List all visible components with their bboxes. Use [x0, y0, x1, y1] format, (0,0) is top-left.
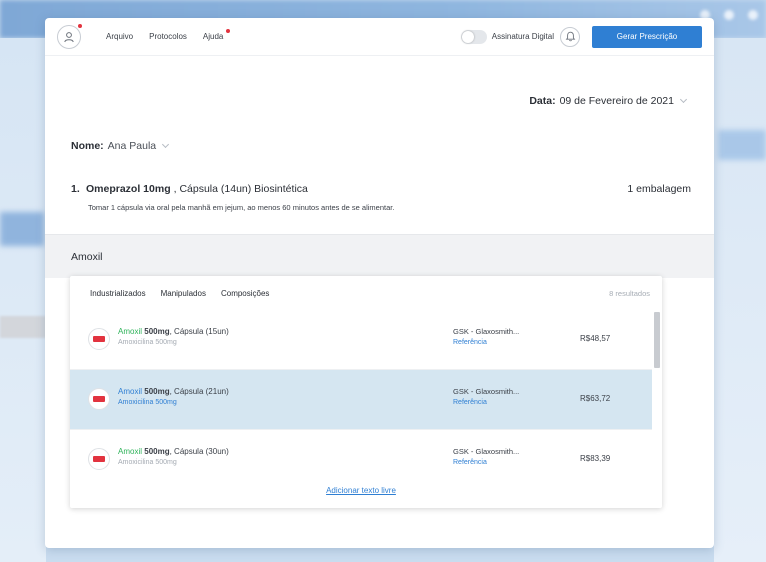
background-button: [718, 130, 766, 160]
bell-icon: [565, 31, 575, 42]
date-label: Data:: [529, 95, 556, 107]
notification-dot: [78, 23, 82, 28]
product-lab: GSK - Glaxosmith...: [453, 447, 520, 456]
tab-industrializados[interactable]: Industrializados: [90, 289, 146, 298]
product-price: R$48,57: [580, 334, 611, 343]
product-brand: Amoxil: [118, 327, 143, 336]
nav-item-ajuda[interactable]: Ajuda: [202, 29, 231, 41]
product-name: Amoxil 500mg, Cápsula (21un): [118, 387, 229, 396]
pill-icon: [88, 328, 110, 350]
prescription-quantity: 1 embalagem: [627, 183, 691, 195]
prescription-item-number: 1.: [71, 183, 80, 195]
patient-name-label: Nome:: [71, 140, 104, 152]
prescription-item-title: 1. Omeprazol 10mg , Cápsula (14un) Biosi…: [71, 183, 691, 195]
user-menu-button[interactable]: [57, 23, 82, 49]
product-price: R$63,72: [580, 394, 611, 403]
background-sidebar-highlight: [0, 212, 44, 246]
nav-item-arquivo[interactable]: Arquivo: [106, 32, 133, 41]
background-left-panel: [0, 38, 46, 562]
results-list: Amoxil 500mg, Cápsula (15un) Amoxicilina…: [70, 310, 652, 490]
product-lab: GSK - Glaxosmith...: [453, 387, 520, 396]
product-lab-type: Referência: [453, 459, 487, 466]
background-right-panel: [714, 38, 766, 562]
product-dose: 500mg: [144, 327, 170, 336]
product-substance: Amoxicilina 500mg: [118, 339, 177, 346]
medication-search-band: Amoxil: [45, 234, 714, 278]
product-lab-type: Referência: [453, 339, 487, 346]
user-icon: [64, 31, 74, 42]
result-row[interactable]: Amoxil 500mg, Cápsula (30un) Amoxicilina…: [70, 430, 652, 490]
product-name: Amoxil 500mg, Cápsula (30un): [118, 447, 229, 456]
digital-signature-toggle[interactable]: [460, 29, 487, 44]
tab-composicoes[interactable]: Composições: [221, 289, 269, 298]
product-dose: 500mg: [144, 447, 170, 456]
result-row[interactable]: Amoxil 500mg, Cápsula (21un) Amoxicilina…: [70, 370, 652, 430]
results-tabs: Industrializados Manipulados Composições: [70, 276, 662, 310]
digital-signature-label: Assinatura Digital: [491, 32, 554, 41]
product-substance: Amoxicilina 500mg: [118, 399, 177, 406]
product-name: Amoxil 500mg, Cápsula (15un): [118, 327, 229, 336]
medication-search-input[interactable]: Amoxil: [71, 251, 103, 263]
product-brand: Amoxil: [118, 447, 143, 456]
date-value: 09 de Fevereiro de 2021: [559, 95, 674, 107]
pill-icon: [88, 448, 110, 470]
nav-item-protocolos[interactable]: Protocolos: [149, 32, 187, 41]
search-results-dropdown: Industrializados Manipulados Composições…: [70, 276, 662, 508]
patient-name-value: Ana Paula: [107, 140, 157, 152]
pill-icon: [88, 388, 110, 410]
results-scrollbar-thumb[interactable]: [654, 312, 660, 368]
results-count: 8 resultados: [609, 289, 650, 298]
notifications-button[interactable]: [560, 26, 580, 47]
nav-links: Arquivo Protocolos Ajuda: [106, 29, 231, 41]
product-form: , Cápsula (30un): [169, 447, 229, 456]
date-selector[interactable]: Data: 09 de Fevereiro de 2021: [529, 95, 688, 107]
add-free-text-link[interactable]: Adicionar texto livre: [70, 486, 652, 495]
ajuda-notification-dot: [226, 29, 231, 33]
product-dose: 500mg: [144, 387, 170, 396]
top-navigation: Arquivo Protocolos Ajuda Assinatura Digi…: [45, 18, 714, 56]
chevron-down-icon: [162, 140, 170, 149]
product-form: , Cápsula (15un): [169, 327, 229, 336]
tab-manipulados[interactable]: Manipulados: [161, 289, 206, 298]
nav-item-ajuda-label: Ajuda: [202, 32, 224, 41]
patient-name-selector[interactable]: Nome: Ana Paula: [71, 140, 170, 152]
product-lab-type: Referência: [453, 399, 487, 406]
product-form: , Cápsula (21un): [169, 387, 229, 396]
product-lab: GSK - Glaxosmith...: [453, 327, 520, 336]
prescription-instructions: Tomar 1 cápsula via oral pela manhã em j…: [88, 203, 395, 212]
prescription-item[interactable]: 1. Omeprazol 10mg , Cápsula (14un) Biosi…: [71, 183, 691, 212]
prescription-drug-details: , Cápsula (14un) Biosintética: [173, 183, 308, 195]
product-substance: Amoxicilina 500mg: [118, 459, 177, 466]
prescription-modal: Arquivo Protocolos Ajuda Assinatura Digi…: [45, 18, 714, 548]
result-row[interactable]: Amoxil 500mg, Cápsula (15un) Amoxicilina…: [70, 310, 652, 370]
prescription-drug-name: Omeprazol 10mg: [86, 183, 171, 195]
generate-prescription-button[interactable]: Gerar Prescrição: [592, 25, 702, 48]
chevron-down-icon: [679, 95, 688, 104]
product-price: R$83,39: [580, 454, 611, 463]
product-brand: Amoxil: [118, 387, 143, 396]
